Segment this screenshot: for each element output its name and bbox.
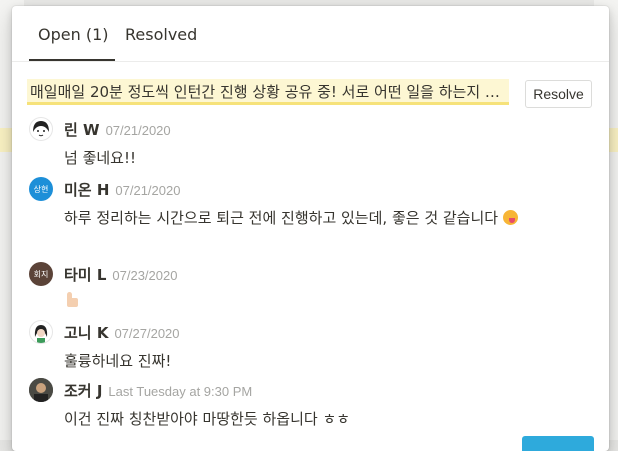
comment-time: 07/21/2020 (115, 183, 181, 198)
comment-body: 하루 정리하는 시간으로 퇴근 전에 진행하고 있는데, 좋은 것 같습니다 (64, 205, 584, 231)
comment-tabs: Open (1) Resolved (12, 6, 609, 62)
avatar-face-icon (34, 325, 48, 343)
comment-author: 린 W 07/21/2020 (64, 119, 171, 140)
send-button[interactable] (522, 436, 594, 451)
thumbs-up-emoji-icon (64, 292, 80, 308)
highlighted-quote[interactable]: 매일매일 20분 정도씩 인턴간 진행 상황 공유 중! 서로 어떤 일을 하는… (27, 79, 509, 105)
avatar[interactable] (29, 117, 53, 141)
comment-time: 07/27/2020 (114, 326, 180, 341)
resolve-button[interactable]: Resolve (525, 80, 592, 108)
avatar[interactable] (29, 378, 53, 402)
author-name: 미온 H (64, 181, 110, 199)
comment-body (64, 290, 584, 316)
comment-text: 훌륭하네요 진짜! (64, 352, 172, 370)
tab-open[interactable]: Open (1) (38, 25, 108, 44)
yum-face-emoji-icon (502, 210, 518, 225)
comment-author: 미온 H 07/21/2020 (64, 179, 180, 200)
background-highlight (0, 128, 12, 152)
comment-text: 하루 정리하는 시간으로 퇴근 전에 진행하고 있는데, 좋은 것 같습니다 (64, 209, 499, 227)
author-name: 고니 K (64, 324, 109, 342)
background-highlight (609, 128, 618, 152)
avatar-photo-icon (29, 378, 53, 402)
comment-text: 이건 진짜 칭찬받아야 마땅한듯 하옵니다 ㅎㅎ (64, 410, 351, 428)
avatar[interactable]: 상현 (29, 177, 53, 201)
comment-author: 고니 K 07/27/2020 (64, 322, 180, 343)
avatar[interactable] (29, 320, 53, 344)
avatar[interactable]: 회지 (29, 262, 53, 286)
active-tab-indicator (29, 59, 115, 61)
comments-popup: Open (1) Resolved 매일매일 20분 정도씩 인턴간 진행 상황… (12, 6, 609, 451)
comment-time: 07/21/2020 (105, 123, 171, 138)
comment-time: 07/23/2020 (112, 268, 178, 283)
comment-time: Last Tuesday at 9:30 PM (108, 384, 253, 399)
comment-author: 조커 J Last Tuesday at 9:30 PM (64, 380, 252, 401)
tab-resolved[interactable]: Resolved (125, 25, 197, 44)
comment-author: 타미 L 07/23/2020 (64, 264, 177, 285)
avatar-face-icon (33, 121, 49, 137)
author-name: 타미 L (64, 266, 107, 284)
comment-text: 넘 좋네요!! (64, 149, 136, 167)
author-name: 조커 J (64, 382, 103, 400)
author-name: 린 W (64, 121, 100, 139)
